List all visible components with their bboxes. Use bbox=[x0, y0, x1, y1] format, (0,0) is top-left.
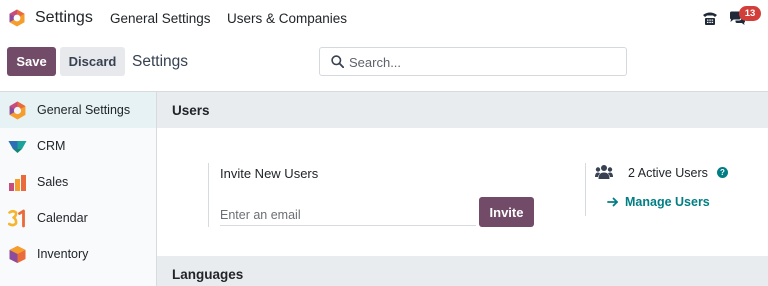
sidebar-item-label: Calendar bbox=[37, 211, 88, 225]
menu-users-companies[interactable]: Users & Companies bbox=[227, 11, 347, 26]
sidebar-item-crm[interactable]: CRM bbox=[0, 128, 156, 164]
sidebar-item-calendar[interactable]: Calendar bbox=[0, 200, 156, 236]
sales-app-icon bbox=[9, 175, 26, 191]
sidebar-item-label: General Settings bbox=[37, 103, 131, 117]
calendar-app-icon bbox=[8, 209, 25, 228]
app-title[interactable]: Settings bbox=[35, 9, 93, 27]
invite-button[interactable]: Invite bbox=[479, 197, 534, 227]
breadcrumb: Settings bbox=[132, 53, 189, 70]
inventory-app-icon bbox=[9, 246, 26, 263]
languages-section-header: Languages bbox=[157, 256, 768, 286]
save-button[interactable]: Save bbox=[7, 47, 56, 76]
active-users-divider bbox=[585, 163, 586, 216]
search-icon bbox=[331, 55, 344, 68]
users-section-header: Users bbox=[157, 92, 768, 128]
top-navbar: Settings General Settings Users & Compan… bbox=[0, 0, 768, 37]
search-input[interactable] bbox=[349, 53, 619, 71]
section-title: Languages bbox=[172, 267, 244, 282]
users-icon bbox=[595, 165, 613, 179]
search-box[interactable] bbox=[319, 47, 627, 76]
sidebar-item-inventory[interactable]: Inventory bbox=[0, 236, 156, 272]
active-users-count: 2 Active Users bbox=[628, 166, 708, 180]
discard-button[interactable]: Discard bbox=[60, 47, 125, 76]
sidebar-item-sales[interactable]: Sales bbox=[0, 164, 156, 200]
invite-divider bbox=[208, 163, 209, 227]
help-icon[interactable]: ? bbox=[717, 167, 728, 178]
settings-sidebar: General Settings CRM Sales Calendar Inve… bbox=[0, 92, 157, 286]
settings-app-icon bbox=[9, 101, 26, 120]
manage-users-link[interactable]: Manage Users bbox=[625, 195, 710, 209]
phone-icon[interactable] bbox=[702, 10, 718, 26]
notification-badge: 13 bbox=[739, 6, 761, 21]
section-title: Users bbox=[172, 103, 210, 118]
arrow-right-icon bbox=[607, 197, 618, 207]
invite-users-title: Invite New Users bbox=[220, 166, 319, 181]
sidebar-item-label: Inventory bbox=[37, 247, 89, 261]
menu-general-settings[interactable]: General Settings bbox=[110, 11, 211, 26]
crm-app-icon bbox=[8, 141, 27, 153]
sidebar-item-label: CRM bbox=[37, 139, 66, 153]
invite-email-input[interactable] bbox=[220, 205, 476, 226]
sidebar-item-general-settings[interactable]: General Settings bbox=[0, 92, 156, 128]
settings-app-icon[interactable] bbox=[8, 9, 26, 27]
sidebar-item-label: Sales bbox=[37, 175, 69, 189]
